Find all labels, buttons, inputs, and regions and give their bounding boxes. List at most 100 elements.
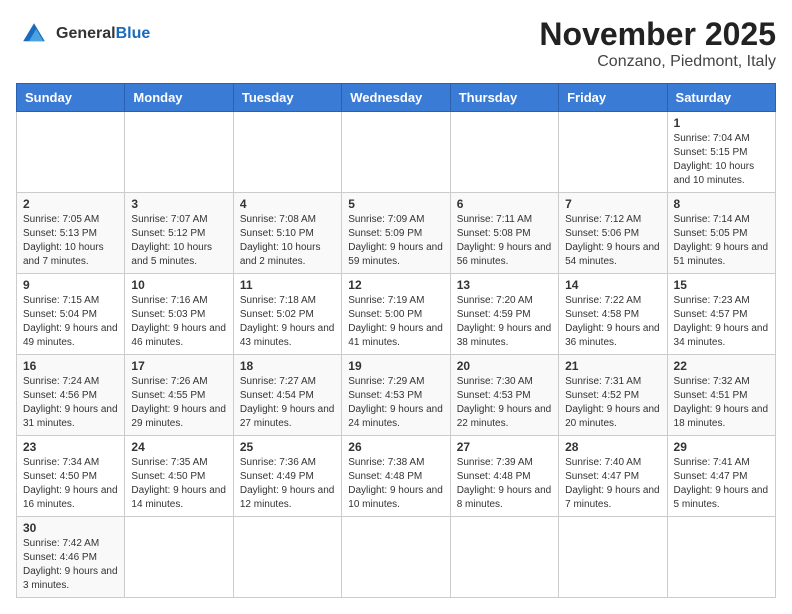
day-number: 9 [23, 278, 118, 292]
calendar-cell: 8Sunrise: 7:14 AM Sunset: 5:05 PM Daylig… [667, 193, 775, 274]
calendar-cell: 17 Sunrise: 7:26 AM Sunset: 4:55 PM Dayli… [125, 355, 233, 436]
day-number: 7 [565, 197, 660, 211]
day-number: 16 [23, 359, 118, 373]
calendar-title: November 2025 [539, 16, 776, 53]
day-number: 15 [674, 278, 769, 292]
calendar-cell: 9Sunrise: 7:15 AM Sunset: 5:04 PM Daylig… [17, 274, 125, 355]
day-number: 12 [348, 278, 443, 292]
col-sunday: Sunday [17, 84, 125, 112]
day-info: Sunrise: 7:29 AM Sunset: 4:53 PM Dayligh… [348, 375, 443, 431]
day-info: Sunrise: 7:12 AM Sunset: 5:06 PM Dayligh… [565, 213, 660, 269]
calendar-cell: 30Sunrise: 7:42 AM Sunset: 4:46 PM Dayli… [17, 517, 125, 598]
day-number: 18 [240, 359, 335, 373]
calendar-cell: 1 Sunrise: 7:04 AM Sunset: 5:15 PM Daylig… [667, 112, 775, 193]
day-info: Sunrise: 7:35 AM Sunset: 4:50 PM Dayligh… [131, 456, 226, 512]
calendar-cell [125, 112, 233, 193]
day-number: 13 [457, 278, 552, 292]
day-number: 25 [240, 440, 335, 454]
calendar-cell [667, 517, 775, 598]
calendar-cell [450, 517, 558, 598]
calendar-week-row: 9Sunrise: 7:15 AM Sunset: 5:04 PM Daylig… [17, 274, 776, 355]
day-info: Sunrise: 7:05 AM Sunset: 5:13 PM Dayligh… [23, 213, 118, 269]
calendar-cell: 20Sunrise: 7:30 AM Sunset: 4:53 PM Dayli… [450, 355, 558, 436]
calendar-cell: 21Sunrise: 7:31 AM Sunset: 4:52 PM Dayli… [559, 355, 667, 436]
calendar-cell [233, 112, 341, 193]
day-number: 4 [240, 197, 335, 211]
col-saturday: Saturday [667, 84, 775, 112]
day-number: 5 [348, 197, 443, 211]
calendar-subtitle: Conzano, Piedmont, Italy [539, 53, 776, 71]
day-number: 11 [240, 278, 335, 292]
calendar-cell: 23 Sunrise: 7:34 AM Sunset: 4:50 PM Dayli… [17, 436, 125, 517]
day-info: Sunrise: 7:07 AM Sunset: 5:12 PM Dayligh… [131, 213, 226, 269]
day-info: Sunrise: 7:11 AM Sunset: 5:08 PM Dayligh… [457, 213, 552, 269]
calendar-cell: 13Sunrise: 7:20 AM Sunset: 4:59 PM Dayli… [450, 274, 558, 355]
day-info: Sunrise: 7:27 AM Sunset: 4:54 PM Dayligh… [240, 375, 335, 431]
day-info: Sunrise: 7:38 AM Sunset: 4:48 PM Dayligh… [348, 456, 443, 512]
day-info: Sunrise: 7:09 AM Sunset: 5:09 PM Dayligh… [348, 213, 443, 269]
day-info: Sunrise: 7:23 AM Sunset: 4:57 PM Dayligh… [674, 294, 769, 350]
calendar-cell: 6 Sunrise: 7:11 AM Sunset: 5:08 PM Daylig… [450, 193, 558, 274]
col-friday: Friday [559, 84, 667, 112]
calendar-week-row: 1 Sunrise: 7:04 AM Sunset: 5:15 PM Daylig… [17, 112, 776, 193]
day-number: 17 [131, 359, 226, 373]
calendar-table: Sunday Monday Tuesday Wednesday Thursday… [16, 83, 776, 598]
day-number: 22 [674, 359, 769, 373]
day-info: Sunrise: 7:04 AM Sunset: 5:15 PM Dayligh… [674, 132, 769, 188]
calendar-cell: 18 Sunrise: 7:27 AM Sunset: 4:54 PM Dayli… [233, 355, 341, 436]
day-info: Sunrise: 7:42 AM Sunset: 4:46 PM Dayligh… [23, 537, 118, 593]
day-number: 26 [348, 440, 443, 454]
calendar-cell: 19 Sunrise: 7:29 AM Sunset: 4:53 PM Dayli… [342, 355, 450, 436]
day-number: 14 [565, 278, 660, 292]
calendar-cell: 28Sunrise: 7:40 AM Sunset: 4:47 PM Dayli… [559, 436, 667, 517]
logo: GeneralBlue [16, 16, 150, 52]
calendar-cell: 11 Sunrise: 7:18 AM Sunset: 5:02 PM Dayli… [233, 274, 341, 355]
calendar-cell: 3 Sunrise: 7:07 AM Sunset: 5:12 PM Daylig… [125, 193, 233, 274]
day-number: 27 [457, 440, 552, 454]
day-number: 6 [457, 197, 552, 211]
calendar-week-row: 23 Sunrise: 7:34 AM Sunset: 4:50 PM Dayli… [17, 436, 776, 517]
calendar-cell [559, 517, 667, 598]
day-number: 23 [23, 440, 118, 454]
day-number: 2 [23, 197, 118, 211]
calendar-cell: 27Sunrise: 7:39 AM Sunset: 4:48 PM Dayli… [450, 436, 558, 517]
calendar-week-row: 30Sunrise: 7:42 AM Sunset: 4:46 PM Dayli… [17, 517, 776, 598]
day-number: 29 [674, 440, 769, 454]
calendar-cell [342, 112, 450, 193]
day-info: Sunrise: 7:34 AM Sunset: 4:50 PM Dayligh… [23, 456, 118, 512]
day-info: Sunrise: 7:24 AM Sunset: 4:56 PM Dayligh… [23, 375, 118, 431]
col-tuesday: Tuesday [233, 84, 341, 112]
day-info: Sunrise: 7:18 AM Sunset: 5:02 PM Dayligh… [240, 294, 335, 350]
day-number: 10 [131, 278, 226, 292]
day-number: 8 [674, 197, 769, 211]
day-number: 1 [674, 116, 769, 130]
day-info: Sunrise: 7:19 AM Sunset: 5:00 PM Dayligh… [348, 294, 443, 350]
calendar-cell: 10Sunrise: 7:16 AM Sunset: 5:03 PM Dayli… [125, 274, 233, 355]
calendar-cell [125, 517, 233, 598]
calendar-cell: 4 Sunrise: 7:08 AM Sunset: 5:10 PM Daylig… [233, 193, 341, 274]
calendar-cell [342, 517, 450, 598]
day-info: Sunrise: 7:41 AM Sunset: 4:47 PM Dayligh… [674, 456, 769, 512]
calendar-cell: 2 Sunrise: 7:05 AM Sunset: 5:13 PM Daylig… [17, 193, 125, 274]
day-number: 3 [131, 197, 226, 211]
calendar-cell: 24 Sunrise: 7:35 AM Sunset: 4:50 PM Dayli… [125, 436, 233, 517]
calendar-cell: 5 Sunrise: 7:09 AM Sunset: 5:09 PM Daylig… [342, 193, 450, 274]
calendar-cell: 7 Sunrise: 7:12 AM Sunset: 5:06 PM Daylig… [559, 193, 667, 274]
day-info: Sunrise: 7:08 AM Sunset: 5:10 PM Dayligh… [240, 213, 335, 269]
calendar-cell: 16 Sunrise: 7:24 AM Sunset: 4:56 PM Dayli… [17, 355, 125, 436]
col-monday: Monday [125, 84, 233, 112]
calendar-cell: 25 Sunrise: 7:36 AM Sunset: 4:49 PM Dayli… [233, 436, 341, 517]
calendar-cell [17, 112, 125, 193]
calendar-cell: 22Sunrise: 7:32 AM Sunset: 4:51 PM Dayli… [667, 355, 775, 436]
calendar-cell: 12 Sunrise: 7:19 AM Sunset: 5:00 PM Dayli… [342, 274, 450, 355]
day-number: 19 [348, 359, 443, 373]
calendar-cell [450, 112, 558, 193]
calendar-cell [559, 112, 667, 193]
day-number: 21 [565, 359, 660, 373]
calendar-header-row: Sunday Monday Tuesday Wednesday Thursday… [17, 84, 776, 112]
day-number: 24 [131, 440, 226, 454]
calendar-week-row: 16 Sunrise: 7:24 AM Sunset: 4:56 PM Dayli… [17, 355, 776, 436]
day-info: Sunrise: 7:36 AM Sunset: 4:49 PM Dayligh… [240, 456, 335, 512]
day-info: Sunrise: 7:22 AM Sunset: 4:58 PM Dayligh… [565, 294, 660, 350]
day-info: Sunrise: 7:26 AM Sunset: 4:55 PM Dayligh… [131, 375, 226, 431]
